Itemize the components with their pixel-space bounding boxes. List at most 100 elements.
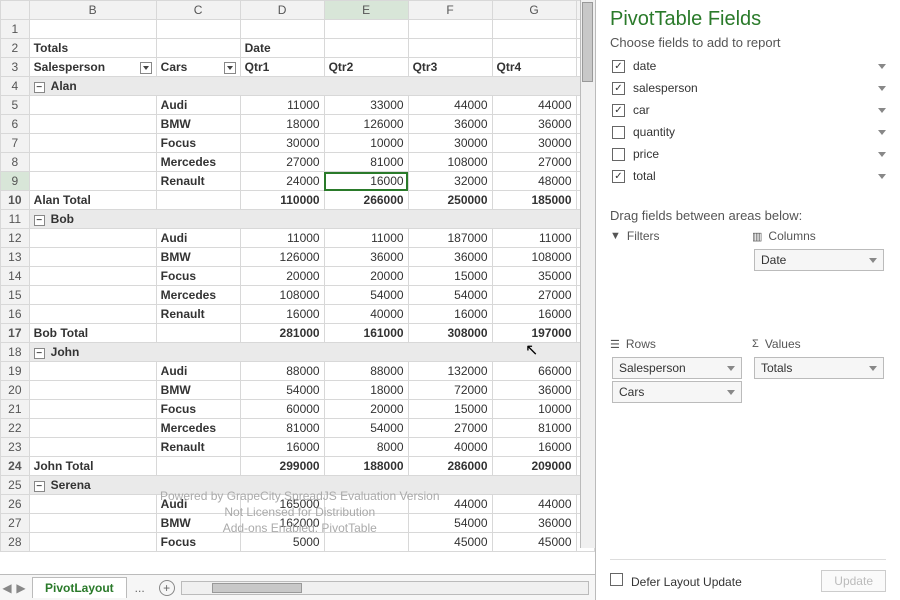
checkbox-icon[interactable] xyxy=(612,126,625,139)
value-cell[interactable]: 36000 xyxy=(408,248,492,267)
cell[interactable] xyxy=(492,39,576,58)
value-cell[interactable]: 32000 xyxy=(408,172,492,191)
field-total[interactable]: ✓total xyxy=(610,166,886,186)
group-header[interactable]: −Alan xyxy=(29,77,594,96)
tab-prev[interactable]: ◀ xyxy=(0,581,14,595)
collapse-icon[interactable]: − xyxy=(34,481,45,492)
value-cell[interactable]: 15000 xyxy=(408,400,492,419)
row-header[interactable]: 21 xyxy=(1,400,30,419)
col-header-D[interactable]: D xyxy=(240,1,324,20)
cell[interactable] xyxy=(240,20,324,39)
value-cell[interactable]: 36000 xyxy=(492,115,576,134)
car-cell[interactable]: Focus xyxy=(156,134,240,153)
area-columns[interactable]: ▥Columns Date xyxy=(752,229,886,329)
cell[interactable] xyxy=(29,400,156,419)
row-header[interactable]: 19 xyxy=(1,362,30,381)
car-cell[interactable]: Renault xyxy=(156,305,240,324)
row-header[interactable]: 18 xyxy=(1,343,30,362)
chip-cars[interactable]: Cars xyxy=(612,381,742,403)
cell[interactable] xyxy=(29,134,156,153)
value-cell[interactable]: 27000 xyxy=(408,419,492,438)
chip-date[interactable]: Date xyxy=(754,249,884,271)
car-cell[interactable]: Renault xyxy=(156,438,240,457)
row-header[interactable]: 1 xyxy=(1,20,30,39)
row-header[interactable]: 5 xyxy=(1,96,30,115)
tab-pivotlayout[interactable]: PivotLayout xyxy=(32,577,127,598)
row-header[interactable]: 13 xyxy=(1,248,30,267)
field-car[interactable]: ✓car xyxy=(610,100,886,120)
value-cell[interactable]: 108000 xyxy=(240,286,324,305)
value-cell[interactable]: 27000 xyxy=(492,286,576,305)
totals-label[interactable]: Totals xyxy=(29,39,156,58)
row-header[interactable]: 17 xyxy=(1,324,30,343)
group-header[interactable]: −Serena xyxy=(29,476,594,495)
row-header[interactable]: 22 xyxy=(1,419,30,438)
cell[interactable] xyxy=(29,286,156,305)
chevron-down-icon[interactable] xyxy=(878,174,886,179)
value-cell[interactable]: 40000 xyxy=(408,438,492,457)
value-cell[interactable]: 16000 xyxy=(492,305,576,324)
col-header-G[interactable]: G xyxy=(492,1,576,20)
value-cell[interactable]: 20000 xyxy=(324,400,408,419)
value-cell[interactable]: 15000 xyxy=(408,267,492,286)
group-header[interactable]: −Bob xyxy=(29,210,594,229)
vertical-scrollbar[interactable] xyxy=(580,0,595,548)
cell[interactable] xyxy=(29,96,156,115)
value-cell[interactable]: 5000 xyxy=(240,533,324,552)
cell[interactable] xyxy=(29,419,156,438)
value-cell[interactable]: 81000 xyxy=(240,419,324,438)
row-header[interactable]: 28 xyxy=(1,533,30,552)
row-header[interactable]: 23 xyxy=(1,438,30,457)
field-price[interactable]: price xyxy=(610,144,886,164)
value-cell[interactable]: 11000 xyxy=(324,229,408,248)
value-cell[interactable]: 187000 xyxy=(408,229,492,248)
row-header[interactable]: 10 xyxy=(1,191,30,210)
value-cell[interactable]: 16000 xyxy=(408,305,492,324)
checkbox-icon[interactable]: ✓ xyxy=(612,60,625,73)
group-total-cell[interactable]: 250000 xyxy=(408,191,492,210)
car-cell[interactable]: BMW xyxy=(156,115,240,134)
value-cell[interactable]: 126000 xyxy=(240,248,324,267)
area-rows[interactable]: ☰Rows SalespersonCars xyxy=(610,337,744,437)
cell[interactable] xyxy=(29,267,156,286)
value-cell[interactable]: 44000 xyxy=(408,96,492,115)
value-cell[interactable]: 126000 xyxy=(324,115,408,134)
cell[interactable] xyxy=(29,495,156,514)
collapse-icon[interactable]: − xyxy=(34,215,45,226)
group-total-cell[interactable]: 197000 xyxy=(492,324,576,343)
car-cell[interactable]: Focus xyxy=(156,533,240,552)
cell[interactable] xyxy=(29,172,156,191)
value-cell[interactable]: 54000 xyxy=(324,419,408,438)
chevron-down-icon[interactable] xyxy=(878,86,886,91)
group-total-cell[interactable]: 185000 xyxy=(492,191,576,210)
collapse-icon[interactable]: − xyxy=(34,82,45,93)
collapse-icon[interactable]: − xyxy=(34,348,45,359)
car-cell[interactable]: Mercedes xyxy=(156,153,240,172)
row-header[interactable]: 8 xyxy=(1,153,30,172)
salesperson-header[interactable]: Salesperson xyxy=(29,58,156,77)
value-cell[interactable] xyxy=(324,533,408,552)
cell[interactable] xyxy=(29,20,156,39)
value-cell[interactable]: 44000 xyxy=(408,495,492,514)
value-cell[interactable]: 27000 xyxy=(492,153,576,172)
corner-cell[interactable] xyxy=(1,1,30,20)
row-header[interactable]: 7 xyxy=(1,134,30,153)
row-header[interactable]: 25 xyxy=(1,476,30,495)
tab-next[interactable]: ▶ xyxy=(14,581,28,595)
cell[interactable] xyxy=(29,381,156,400)
value-cell[interactable]: 81000 xyxy=(324,153,408,172)
cell[interactable] xyxy=(29,248,156,267)
value-cell[interactable]: 54000 xyxy=(324,286,408,305)
value-cell[interactable]: 30000 xyxy=(240,134,324,153)
horizontal-scrollbar[interactable] xyxy=(181,581,589,595)
value-cell[interactable]: 72000 xyxy=(408,381,492,400)
value-cell[interactable]: 36000 xyxy=(492,381,576,400)
row-header[interactable]: 15 xyxy=(1,286,30,305)
cell[interactable] xyxy=(29,153,156,172)
qtr4-header[interactable]: Qtr4 xyxy=(492,58,576,77)
cell[interactable] xyxy=(156,191,240,210)
value-cell[interactable]: 81000 xyxy=(492,419,576,438)
chevron-down-icon[interactable] xyxy=(878,152,886,157)
value-cell[interactable]: 27000 xyxy=(240,153,324,172)
value-cell[interactable]: 24000 xyxy=(240,172,324,191)
